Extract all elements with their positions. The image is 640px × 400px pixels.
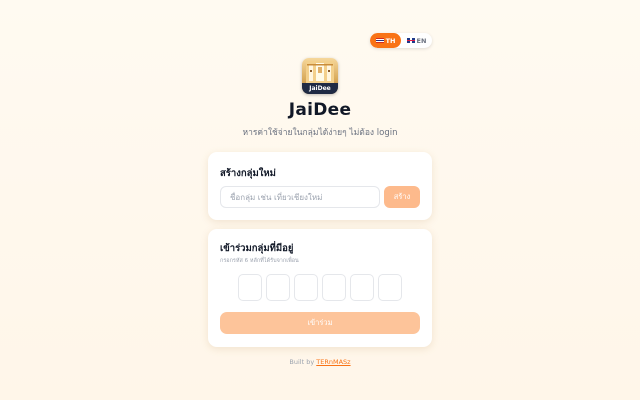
code-digit-3[interactable]: [294, 274, 318, 301]
logo-text: JaiDee: [302, 83, 338, 94]
code-digit-4[interactable]: [322, 274, 346, 301]
uk-flag-icon: [406, 38, 415, 43]
thai-flag-icon: [375, 38, 384, 43]
create-group-button[interactable]: สร้าง: [384, 186, 420, 208]
group-name-input[interactable]: [220, 186, 380, 208]
language-toggle: TH EN: [370, 33, 432, 48]
join-group-card: เข้าร่วมกลุ่มที่มีอยู่ กรอกรหัส 6 หลักที…: [208, 229, 432, 347]
footer-prefix: Built by: [289, 358, 315, 366]
footer-author-link[interactable]: TERnMASz: [316, 358, 350, 366]
join-group-button[interactable]: เข้าร่วม: [220, 312, 420, 334]
join-code-inputs: [238, 274, 402, 301]
temple-illustration-icon: [306, 61, 334, 83]
code-digit-2[interactable]: [266, 274, 290, 301]
code-digit-6[interactable]: [378, 274, 402, 301]
footer: Built by TERnMASz: [0, 358, 640, 366]
app-logo: JaiDee: [302, 58, 338, 94]
create-group-card: สร้างกลุ่มใหม่ สร้าง: [208, 152, 432, 220]
code-digit-1[interactable]: [238, 274, 262, 301]
create-group-title: สร้างกลุ่มใหม่: [220, 168, 276, 179]
join-group-title: เข้าร่วมกลุ่มที่มีอยู่: [220, 243, 294, 254]
join-code-hint: กรอกรหัส 6 หลักที่ได้รับจากเพื่อน: [220, 258, 299, 264]
lang-th-label: TH: [385, 36, 396, 45]
lang-th-button[interactable]: TH: [370, 33, 401, 48]
lang-en-label: EN: [416, 36, 427, 45]
lang-en-button[interactable]: EN: [401, 33, 432, 48]
app-subtitle: หารค่าใช้จ่ายในกลุ่มได้ง่ายๆ ไม่ต้อง log…: [242, 128, 398, 138]
app-title: JaiDee: [288, 100, 352, 120]
code-digit-5[interactable]: [350, 274, 374, 301]
